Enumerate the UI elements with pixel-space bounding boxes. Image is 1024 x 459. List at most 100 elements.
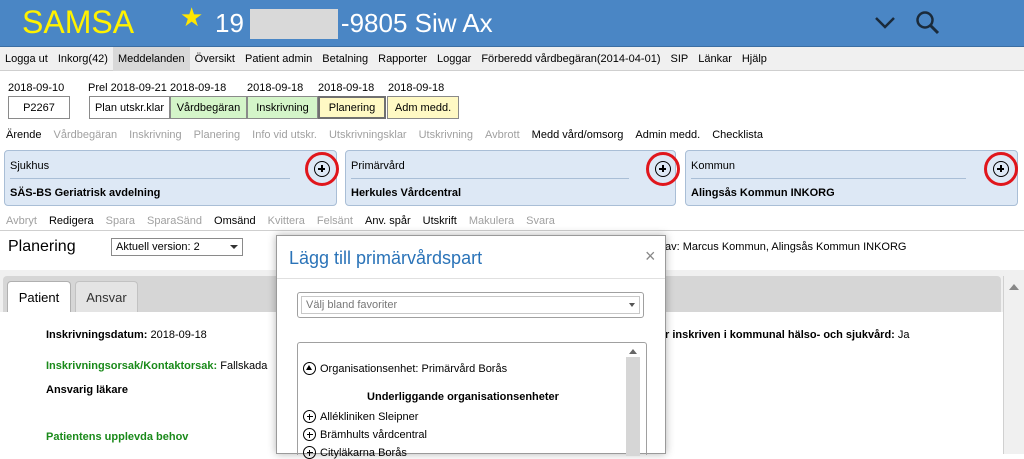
main-menu: Logga ut Inkorg(42) Meddelanden Översikt… bbox=[0, 47, 1024, 71]
field-value: 2018-09-18 bbox=[150, 329, 207, 341]
step-date: 2018-09-18 bbox=[247, 82, 304, 94]
version-value: Aktuell version: 2 bbox=[116, 241, 200, 253]
org-parent-row[interactable]: Organisationsenhet: Primärvård Borås bbox=[303, 362, 507, 375]
menu-lankar[interactable]: Länkar bbox=[693, 47, 737, 71]
action-utskrivningsklar[interactable]: Utskrivningsklar bbox=[323, 125, 413, 147]
version-select[interactable]: Aktuell version: 2 bbox=[111, 238, 243, 256]
panel-value: Alingsås Kommun INKORG bbox=[691, 187, 835, 199]
org-unit-label: Cityläkarna Borås bbox=[320, 446, 407, 459]
app-logo: SAMSA bbox=[22, 4, 135, 40]
action-info-vid-utskr[interactable]: Info vid utskr. bbox=[246, 125, 323, 147]
masked-id-block bbox=[249, 8, 338, 39]
action-arende[interactable]: Ärende bbox=[0, 125, 47, 147]
field-label: Inskrivningsorsak/Kontaktorsak: bbox=[46, 360, 218, 372]
step-date: 2018-09-10 bbox=[8, 82, 65, 94]
plus-circle-icon[interactable] bbox=[303, 410, 316, 423]
tab-patient[interactable]: Patient bbox=[7, 281, 71, 312]
field-value: Ja bbox=[897, 329, 910, 341]
scroll-up-icon[interactable] bbox=[629, 349, 637, 354]
kommunal-row: r inskriven i kommunal hälso- och sjukvå… bbox=[665, 329, 910, 341]
menu-meddelanden[interactable]: Meddelanden bbox=[112, 47, 190, 71]
action-medd-vard-omsorg[interactable]: Medd vård/omsorg bbox=[526, 125, 630, 147]
menu-loggar[interactable]: Loggar bbox=[432, 47, 476, 71]
add-primary-care-dialog: Lägg till primärvårdspart × Välj bland f… bbox=[276, 235, 666, 459]
panel-value: SÄS-BS Geriatrisk avdelning bbox=[10, 187, 161, 199]
org-unit-label: Allékliniken Sleipner bbox=[320, 410, 419, 423]
action-avbrott[interactable]: Avbrott bbox=[479, 125, 526, 147]
menu-hjalp[interactable]: Hjälp bbox=[737, 47, 772, 71]
patient-id-prefix: 19 bbox=[215, 8, 244, 38]
action-checklista[interactable]: Checklista bbox=[706, 125, 769, 147]
chevron-down-icon[interactable] bbox=[872, 10, 898, 36]
favorites-placeholder: Välj bland favoriter bbox=[306, 299, 398, 311]
step-date: 2018-09-18 bbox=[170, 82, 227, 94]
inskrivningsdatum-row: Inskrivningsdatum: 2018-09-18 bbox=[46, 329, 207, 341]
org-unit-row[interactable]: Cityläkarna Borås bbox=[303, 446, 407, 459]
org-unit-label: Brämhults vårdcentral bbox=[320, 428, 427, 441]
plus-circle-icon bbox=[993, 161, 1009, 177]
menu-rapporter[interactable]: Rapporter bbox=[373, 47, 432, 71]
org-unit-row[interactable]: Brämhults vårdcentral bbox=[303, 428, 427, 441]
scroll-up-icon bbox=[1009, 284, 1019, 290]
chevron-down-icon bbox=[230, 245, 238, 249]
arrow-up-circle-icon bbox=[303, 362, 316, 375]
action-utskrivning[interactable]: Utskrivning bbox=[413, 125, 479, 147]
panel-kommun: Kommun Alingsås Kommun INKORG bbox=[685, 150, 1018, 206]
org-unit-list: Organisationsenhet: Primärvård Borås Und… bbox=[297, 342, 647, 459]
step-date: 2018-09-18 bbox=[318, 82, 375, 94]
menu-betalning[interactable]: Betalning bbox=[317, 47, 373, 71]
dialog-title: Lägg till primärvårdspart bbox=[289, 248, 483, 268]
star-icon[interactable]: ★ bbox=[180, 2, 203, 33]
ansvarig-lakare-label: Ansvarig läkare bbox=[46, 384, 128, 396]
step-planering[interactable]: Planering bbox=[318, 96, 386, 119]
action-planering[interactable]: Planering bbox=[188, 125, 246, 147]
page-title: Planering bbox=[8, 238, 76, 255]
panel-primarvard: Primärvård Herkules Vårdcentral bbox=[345, 150, 680, 206]
scrollbar[interactable] bbox=[1003, 276, 1024, 454]
panel-sjukhus: Sjukhus SÄS-BS Geriatrisk avdelning bbox=[4, 150, 339, 206]
close-icon[interactable]: × bbox=[645, 246, 656, 267]
add-party-button[interactable] bbox=[646, 152, 680, 186]
field-value: Fallskada bbox=[220, 360, 268, 372]
step-date: Prel 2018-09-21 bbox=[88, 82, 167, 94]
add-party-button[interactable] bbox=[984, 152, 1018, 186]
add-party-button[interactable] bbox=[305, 152, 339, 186]
patient-id-suffix: -9805 Siw Ax bbox=[340, 8, 493, 38]
panel-divider bbox=[351, 178, 629, 179]
step-inskrivning[interactable]: Inskrivning bbox=[247, 96, 318, 119]
menu-forberedd-vardbegaran[interactable]: Förberedd vårdbegäran(2014-04-01) bbox=[476, 47, 665, 71]
divider bbox=[0, 230, 1024, 231]
search-icon[interactable] bbox=[914, 9, 942, 37]
chevron-down-icon bbox=[629, 303, 635, 307]
step-adm-medd[interactable]: Adm medd. bbox=[387, 96, 459, 119]
list-scrollbar[interactable] bbox=[626, 357, 640, 456]
menu-patient-admin[interactable]: Patient admin bbox=[240, 47, 317, 71]
menu-sip[interactable]: SIP bbox=[665, 47, 693, 71]
plus-circle-icon bbox=[314, 161, 330, 177]
favorites-select[interactable]: Välj bland favoriter bbox=[297, 292, 644, 318]
panel-divider bbox=[691, 178, 966, 179]
menu-logga-ut[interactable]: Logga ut bbox=[0, 47, 53, 71]
panel-title: Sjukhus bbox=[10, 160, 50, 172]
plus-circle-icon[interactable] bbox=[303, 428, 316, 441]
step-vardbegaran[interactable]: Vårdbegäran bbox=[170, 96, 247, 119]
upplevda-behov-label: Patientens upplevda behov bbox=[46, 431, 189, 443]
orsak-row: Inskrivningsorsak/Kontaktorsak: Fallskad… bbox=[46, 360, 267, 372]
menu-oversikt[interactable]: Översikt bbox=[190, 47, 240, 71]
step-p2267[interactable]: P2267 bbox=[8, 96, 70, 119]
plus-circle-icon[interactable] bbox=[303, 446, 316, 459]
patient-identity: 19 -9805 Siw Ax bbox=[215, 8, 493, 39]
favorites-select-field[interactable]: Välj bland favoriter bbox=[301, 296, 640, 314]
tab-ansvar[interactable]: Ansvar bbox=[75, 281, 138, 312]
field-label: r inskriven i kommunal hälso- och sjukvå… bbox=[665, 329, 895, 341]
field-label: Inskrivningsdatum: bbox=[46, 329, 148, 341]
menu-inkorg[interactable]: Inkorg(42) bbox=[53, 47, 113, 71]
plus-circle-icon bbox=[655, 161, 671, 177]
action-inskrivning[interactable]: Inskrivning bbox=[123, 125, 188, 147]
step-plan-utskr-klar[interactable]: Plan utskr.klar bbox=[89, 96, 170, 119]
app-header: SAMSA ★ 19 -9805 Siw Ax bbox=[0, 0, 1024, 47]
dialog-divider bbox=[277, 278, 665, 279]
org-unit-row[interactable]: Allékliniken Sleipner bbox=[303, 410, 418, 423]
action-admin-medd[interactable]: Admin medd. bbox=[629, 125, 706, 147]
action-vardbegaran[interactable]: Vårdbegäran bbox=[47, 125, 123, 147]
